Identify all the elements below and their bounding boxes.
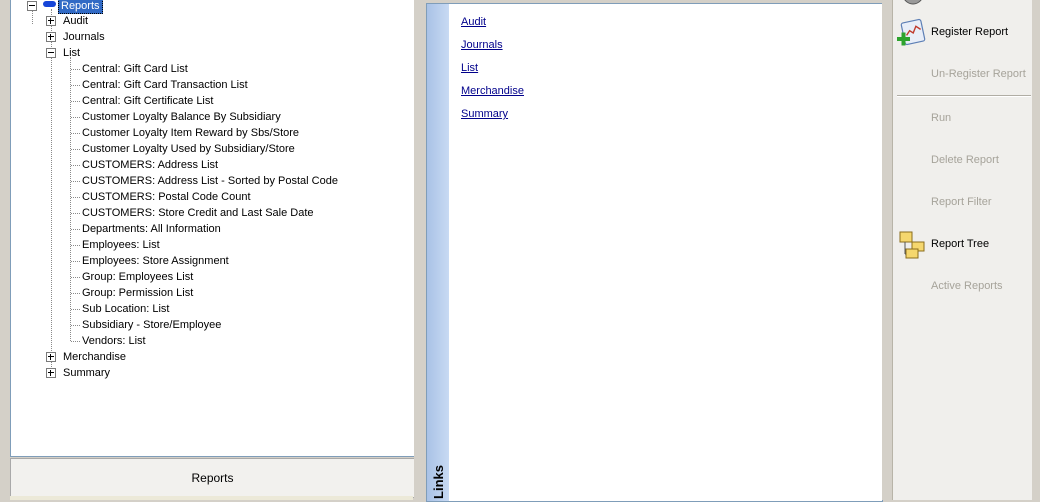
tree-leaf-label: Vendors: List [82,335,146,347]
tree-guide-line [51,9,52,373]
tree-guide-line [71,117,80,118]
run-button[interactable]: Run [931,112,951,124]
tree-leaf-label: Central: Gift Card List [82,63,188,75]
splitter [882,0,892,500]
report-filter-button[interactable]: Report Filter [931,196,992,208]
link-merchandise[interactable]: Merchandise [461,85,524,97]
report-tree[interactable]: Reports Audit Journals List Merchandise … [10,0,415,457]
tree-guide-line [71,149,80,150]
tree-leaf-label: CUSTOMERS: Address List - Sorted by Post… [82,175,338,187]
tree-guide-line [71,69,80,70]
tree-leaf-label: CUSTOMERS: Postal Code Count [82,191,251,203]
link-audit[interactable]: Audit [461,16,486,28]
links-strip-label: Links [431,465,446,499]
tree-leaf-label: Customer Loyalty Balance By Subsidiary [82,111,281,123]
tree-leaf-label: CUSTOMERS: Address List [82,159,219,171]
unregister-report-button[interactable]: Un-Register Report [931,68,1026,80]
register-report-button[interactable]: Register Report [931,26,1008,38]
expand-icon[interactable] [46,16,56,26]
expand-icon[interactable] [46,368,56,378]
tree-leaf-label: Customer Loyalty Item Reward by Sbs/Stor… [82,127,300,139]
tree-leaf-label: Sub Location: List [82,303,170,315]
tree-guide-line [71,85,80,86]
expand-icon[interactable] [46,32,56,42]
tree-guide-line [71,133,80,134]
tree-guide-line [71,277,80,278]
links-panel: Links Audit Journals List Merchandise Su… [426,3,883,502]
tree-guide-line [71,341,80,342]
delete-report-button[interactable]: Delete Report [931,154,999,166]
run-report-icon [904,0,922,5]
tree-guide-line [70,57,71,341]
tree-leaf-label: Customer Loyalty Used by Subsidiary/Stor… [82,143,295,155]
tree-guide-line [32,10,33,24]
tree-node-label: Audit [63,15,89,27]
tree-guide-line [71,229,80,230]
tree-guide-line [71,165,80,166]
tree-leaf-label: CUSTOMERS: Store Credit and Last Sale Da… [82,207,314,219]
tree-leaf-label: Employees: Store Assignment [82,255,229,267]
tree-leaf-label: Central: Gift Card Transaction List [82,79,248,91]
tree-guide-line [71,181,80,182]
tree-guide-line [71,245,80,246]
tree-node-label: Summary [63,367,111,379]
link-journals[interactable]: Journals [461,39,503,51]
reports-tab-label: Reports [191,471,234,485]
expand-icon[interactable] [46,352,56,362]
register-report-icon [897,18,926,46]
links-strip: Links [427,4,449,501]
link-summary[interactable]: Summary [461,108,508,120]
tree-leaf-label: Central: Gift Certificate List [82,95,214,107]
tree-guide-line [71,261,80,262]
reports-folder-icon [43,1,56,7]
report-tree-icon [899,231,925,259]
tree-guide-line [71,309,80,310]
tree-guide-line [71,293,80,294]
tree-guide-line [71,101,80,102]
window-edge [1032,0,1040,500]
tree-leaf-label: Subsidiary - Store/Employee [82,319,222,331]
collapse-icon[interactable] [27,1,37,11]
tree-leaf-label: Group: Permission List [82,287,194,299]
tree-leaf-label: Employees: List [82,239,160,251]
report-tree-button[interactable]: Report Tree [931,238,989,250]
tree-leaf-label: Group: Employees List [82,271,194,283]
tree-node-label: List [63,47,81,59]
reports-tab[interactable]: Reports [10,458,415,498]
link-list[interactable]: List [461,62,478,74]
tree-node-label: Reports [58,0,103,14]
tree-guide-line [71,197,80,198]
tree-leaf-label: Departments: All Information [82,223,221,235]
active-reports-button[interactable]: Active Reports [931,280,1003,292]
tree-node-label: Journals [63,31,105,43]
action-panel: Register Report Un-Register Report Run D… [892,0,1033,500]
collapse-icon[interactable] [46,48,56,58]
tab-strip [10,496,413,500]
tree-guide-line [71,325,80,326]
splitter[interactable] [414,0,426,500]
tree-node-label: Merchandise [63,351,126,363]
action-separator [897,95,1031,97]
tree-guide-line [71,213,80,214]
